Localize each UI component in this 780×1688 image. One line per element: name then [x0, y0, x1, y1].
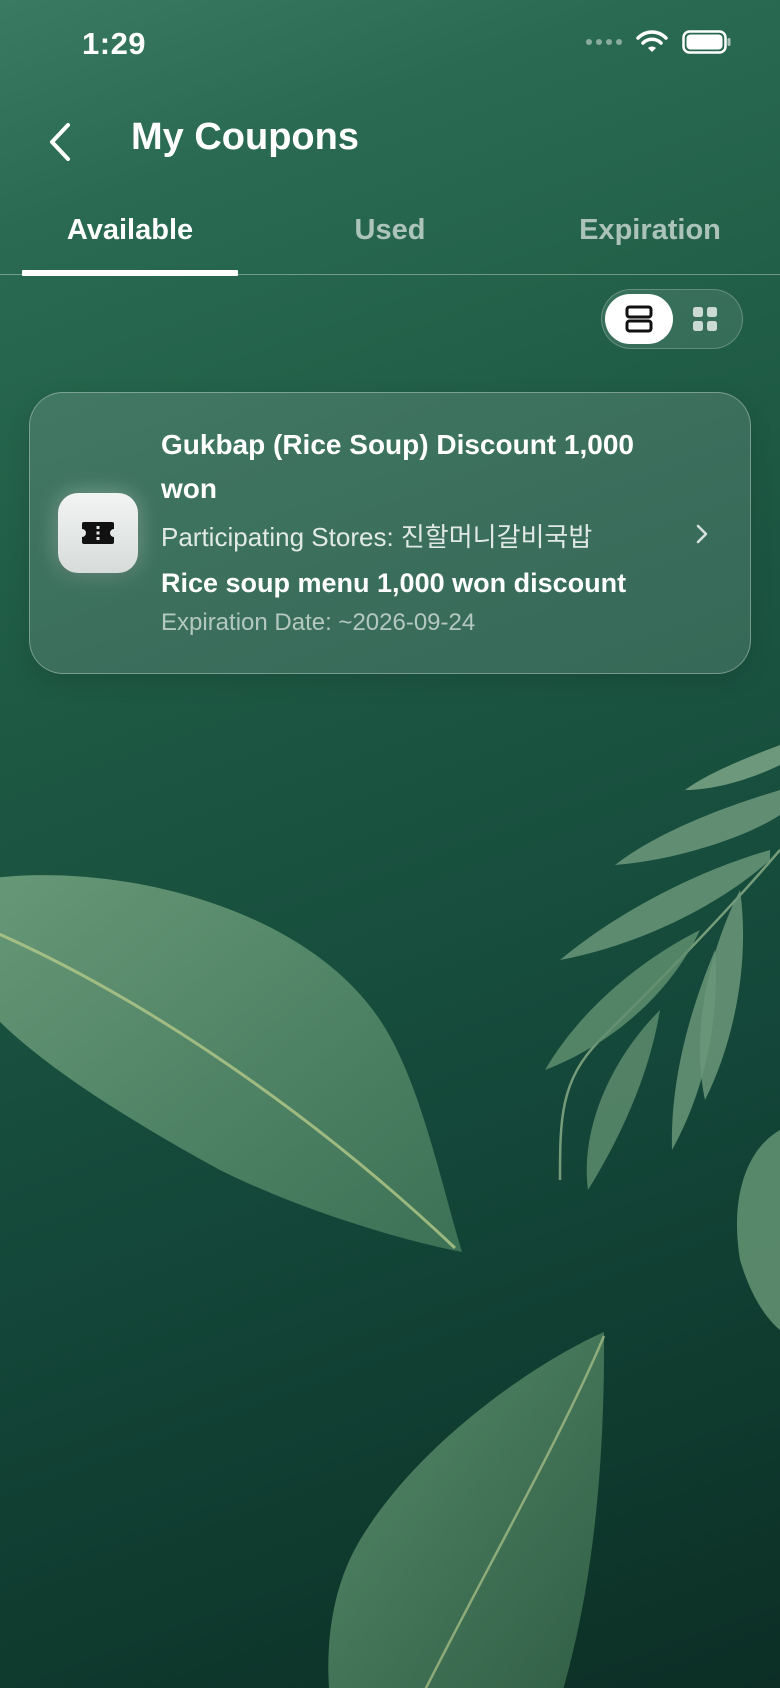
tab-expiration[interactable]: Expiration	[520, 196, 780, 274]
status-time: 1:29	[82, 26, 147, 61]
coupon-details: Gukbap (Rice Soup) Discount 1,000 won Pa…	[161, 423, 681, 641]
chevron-left-icon	[50, 123, 70, 161]
cellular-icon	[586, 39, 622, 45]
tab-label: Available	[66, 214, 194, 246]
coupon-description: Rice soup menu 1,000 won discount	[161, 568, 627, 598]
grid-view-icon	[693, 307, 717, 331]
status-icons	[586, 30, 732, 54]
list-view-button[interactable]	[605, 294, 673, 344]
grid-view-button[interactable]	[671, 294, 739, 344]
chevron-right-icon	[690, 517, 714, 551]
coupon-expiration: Expiration Date: ~2026-09-24	[161, 609, 476, 636]
coupon-card[interactable]: Gukbap (Rice Soup) Discount 1,000 won Pa…	[29, 392, 751, 674]
tab-label: Expiration	[579, 214, 721, 246]
list-view-icon	[625, 305, 653, 333]
tab-used[interactable]: Used	[260, 196, 520, 274]
battery-icon	[682, 30, 731, 54]
coupon-stores: Participating Stores: 진할머니갈비국밥	[161, 522, 593, 552]
page-title: My Coupons	[131, 116, 359, 158]
tab-label: Used	[354, 214, 426, 246]
ticket-icon	[82, 522, 114, 544]
status-bar: 1:29	[0, 0, 780, 88]
header: My Coupons	[0, 100, 780, 180]
tab-available[interactable]: Available	[0, 196, 260, 276]
back-button[interactable]	[30, 112, 90, 172]
coupon-title: Gukbap (Rice Soup) Discount 1,000 won	[161, 429, 634, 504]
coupon-icon-tile	[58, 493, 138, 573]
tab-bar: Available Used Expiration	[0, 196, 780, 276]
wifi-icon	[636, 30, 668, 52]
view-toggle	[601, 289, 743, 349]
